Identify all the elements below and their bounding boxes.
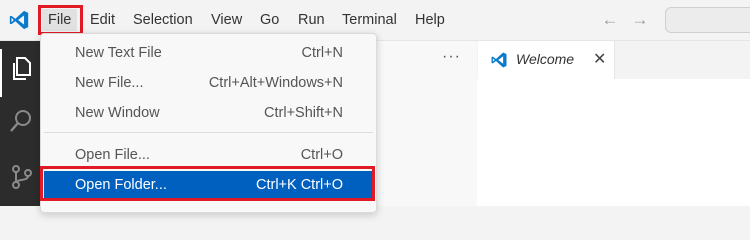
menu-view-label: View [211,12,243,28]
menu-go-label: Go [260,12,280,28]
menu-item-shortcut: Ctrl+Alt+Windows+N [208,75,343,91]
activity-bar [0,41,42,206]
menu-item-label: Open Folder... [75,177,167,193]
menu-edit-label: Edit [90,12,115,28]
menu-run-label: Run [298,12,325,28]
menu-item-shortcut: Ctrl+Shift+N [264,105,343,121]
menu-edit[interactable]: Edit [84,9,121,31]
editor-area [477,79,750,206]
menu-selection-label: Selection [133,12,193,28]
menu-item-new-file[interactable]: New File... Ctrl+Alt+Windows+N [44,69,373,97]
menu-terminal[interactable]: Terminal [336,9,403,31]
menu-view[interactable]: View [205,9,248,31]
tab-welcome[interactable]: Welcome ✕ [478,41,615,79]
vscode-logo-icon [9,10,29,30]
search-icon[interactable] [8,107,36,135]
menu-item-label: New Text File [75,45,162,61]
tab-welcome-label: Welcome [516,51,575,67]
menu-item-new-window[interactable]: New Window Ctrl+Shift+N [44,99,373,127]
menu-item-label: New File... [75,75,144,91]
explorer-icon[interactable] [8,55,36,83]
menu-help-label: Help [415,12,445,28]
close-icon[interactable]: ✕ [593,49,606,69]
menu-separator [44,132,373,133]
file-menu-dropdown: New Text File Ctrl+N New File... Ctrl+Al… [40,33,377,213]
menu-terminal-label: Terminal [342,12,397,28]
menu-item-open-file[interactable]: Open File... Ctrl+O [44,141,373,169]
menu-file[interactable]: File [42,9,78,31]
source-control-icon[interactable] [8,163,36,191]
menu-item-open-folder[interactable]: Open Folder... Ctrl+K Ctrl+O [44,171,373,199]
menu-file-label: File [48,12,72,28]
menu-item-label: New Window [75,105,160,121]
command-center-search[interactable] [665,7,750,33]
forward-arrow-icon[interactable]: → [630,9,650,31]
menu-item-new-text-file[interactable]: New Text File Ctrl+N [44,39,373,67]
menu-run[interactable]: Run [292,9,331,31]
menu-item-label: Open File... [75,147,150,163]
more-actions-icon[interactable]: ··· [442,48,461,66]
vscode-logo-icon [491,52,507,68]
menu-item-shortcut: Ctrl+N [301,45,344,61]
menu-go[interactable]: Go [254,9,285,31]
menu-selection[interactable]: Selection [127,9,199,31]
menu-item-shortcut: Ctrl+O [300,147,343,163]
back-arrow-icon[interactable]: ← [600,9,620,31]
active-indicator [0,49,2,97]
menu-item-shortcut: Ctrl+K Ctrl+O [255,177,343,193]
menu-help[interactable]: Help [409,9,451,31]
